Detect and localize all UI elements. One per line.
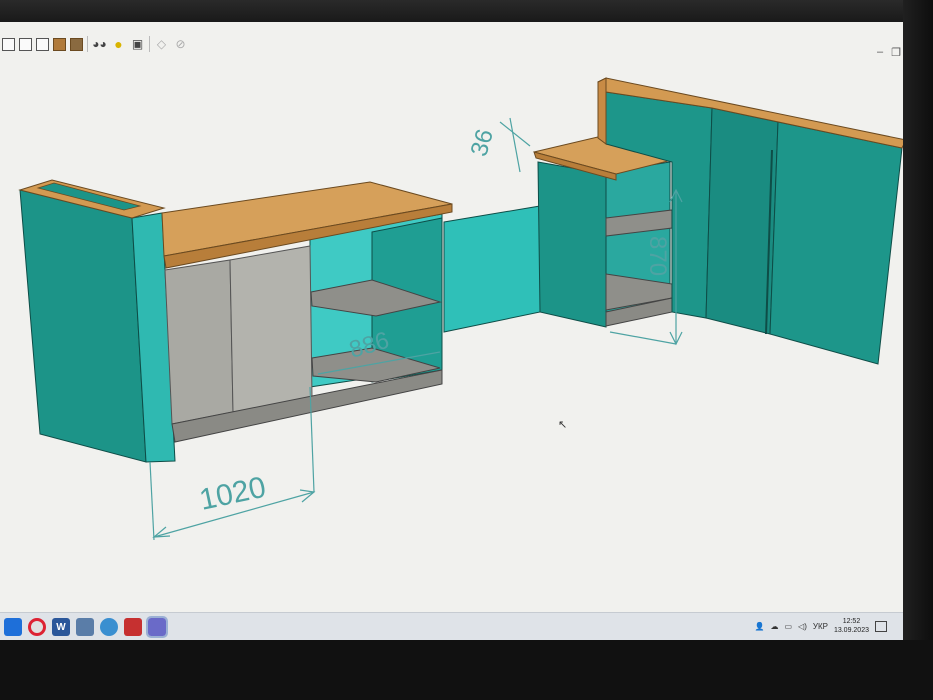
back-wall-post (597, 77, 607, 145)
connecting-panel[interactable] (443, 205, 541, 333)
back-wall-panel-3[interactable] (769, 121, 903, 365)
monitor-bezel-right (903, 0, 933, 700)
cloud-icon[interactable]: ☁ (770, 622, 778, 631)
pdf-app-icon[interactable] (124, 618, 142, 636)
cad-viewport[interactable]: ◕◕ ● ▣ ◇ ⊘ – ❐ 1020 886 870 36 ↖ W 👤 ☁ ▭… (0, 22, 905, 640)
taskbar: W 👤 ☁ ▭ ◁) УКР 12:52 13.09.2023 (0, 612, 905, 640)
network-icon[interactable]: ▭ (784, 622, 792, 631)
dim-height-label: 870 (644, 236, 671, 276)
person-icon[interactable]: 👤 (755, 622, 765, 631)
cad-app-icon[interactable] (146, 616, 168, 638)
clock-date: 13.09.2023 (833, 627, 869, 634)
volume-icon[interactable]: ◁) (798, 622, 807, 631)
right-cabinet-front[interactable] (537, 161, 607, 328)
cabinet-door-right[interactable] (229, 245, 313, 413)
dim-thickness-label: 36 (466, 126, 499, 159)
system-tray: 👤 ☁ ▭ ◁) УКР 12:52 13.09.2023 (755, 617, 887, 635)
language-indicator[interactable]: УКР (813, 622, 828, 631)
mouse-cursor-icon: ↖ (558, 419, 568, 431)
start-button-icon[interactable] (4, 618, 22, 636)
monitor-app-icon[interactable] (76, 618, 94, 636)
clock-time: 12:52 (842, 618, 861, 625)
globe-app-icon[interactable] (100, 618, 118, 636)
cabinet-door-left[interactable] (164, 259, 234, 425)
left-end-panel-front[interactable] (19, 189, 147, 463)
system-clock[interactable]: 12:52 13.09.2023 (834, 617, 869, 635)
chrome-icon[interactable] (28, 618, 46, 636)
word-icon[interactable]: W (52, 618, 70, 636)
notifications-icon[interactable] (875, 620, 887, 632)
furniture-3d-model: 1020 886 870 36 (18, 77, 905, 541)
dim-width-label: 1020 (197, 471, 269, 517)
monitor-bezel-bottom (0, 640, 933, 700)
